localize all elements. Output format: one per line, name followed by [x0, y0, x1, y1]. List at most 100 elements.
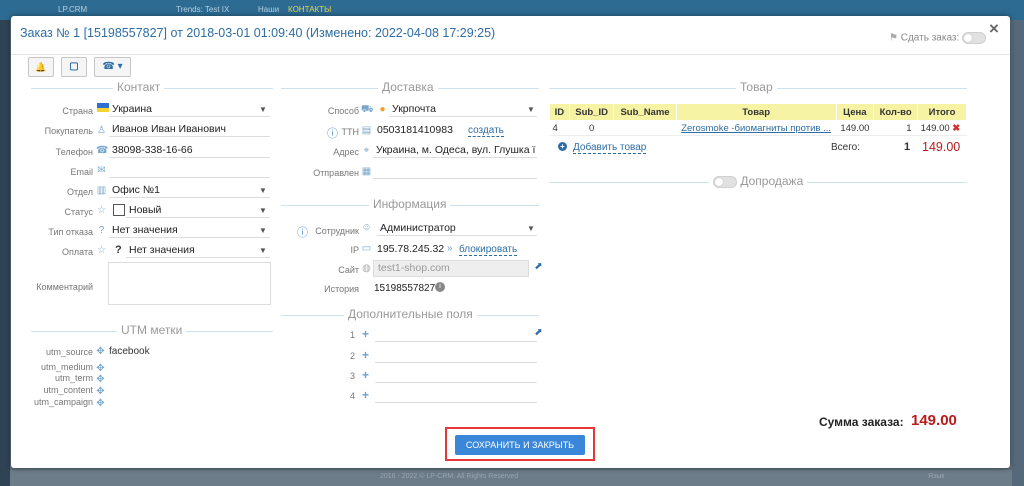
- rent-order-toggle[interactable]: [962, 32, 987, 44]
- buyer-label: Покупатель: [44, 126, 93, 136]
- external-link-icon[interactable]: ⬈: [533, 261, 544, 272]
- plus-circle-icon[interactable]: ✥: [95, 374, 106, 385]
- product-link[interactable]: Zerosmoke -биомагниты против ...: [681, 123, 831, 134]
- country-select[interactable]: Украина: [109, 102, 270, 117]
- ukraine-flag-icon: [97, 103, 109, 112]
- utm-medium-label: utm_medium: [40, 362, 93, 372]
- chevron-down-icon: ▼: [259, 226, 267, 235]
- goods-total-label: Всего:: [831, 142, 860, 153]
- chevron-down-icon: ▼: [259, 186, 267, 195]
- row-qty[interactable]: 1: [873, 120, 918, 136]
- extra-field-label: 3: [349, 371, 355, 381]
- plus-circle-icon[interactable]: ✥: [95, 363, 106, 374]
- col-sub-name[interactable]: Sub_Name: [613, 103, 677, 121]
- calendar-icon[interactable]: ▦: [361, 166, 372, 177]
- row-sub-id: 0: [569, 120, 614, 136]
- plus-icon[interactable]: +: [362, 348, 369, 362]
- plus-circle-icon[interactable]: ✥: [95, 398, 106, 409]
- block-ip-link[interactable]: блокировать: [459, 244, 518, 256]
- country-label: Страна: [62, 106, 93, 116]
- plus-circle-icon[interactable]: +: [558, 142, 567, 151]
- chevron-down-icon: ▼: [259, 105, 267, 114]
- history-label: История: [324, 284, 359, 294]
- delivery-section-title: Доставка: [378, 80, 438, 94]
- info-section-title: Информация: [369, 197, 451, 211]
- bell-button[interactable]: 🔔: [28, 57, 54, 77]
- goods-table: ID Sub_ID Sub_Name Товар Цена Кол-во Ито…: [549, 103, 967, 136]
- extra-field-label: 2: [349, 351, 355, 361]
- rent-order-toggle-group: ⚑ Сдать заказ:: [889, 32, 987, 44]
- utm-source-value: facebook: [109, 346, 150, 357]
- extra-field-input[interactable]: [375, 327, 537, 342]
- plus-icon[interactable]: +: [362, 327, 369, 341]
- comment-label: Комментарий: [36, 282, 93, 292]
- footer-copyright: 2016 - 2022 © LP-CRM. All Rights Reserve…: [380, 473, 519, 480]
- comment-textarea[interactable]: [108, 262, 271, 305]
- window-button[interactable]: ▢: [61, 57, 87, 77]
- envelope-icon: ✉: [97, 165, 106, 176]
- upsell-title-wrap: Допродажа: [709, 174, 808, 188]
- building-icon: ▥: [96, 185, 107, 196]
- plus-icon[interactable]: +: [362, 388, 369, 402]
- sent-label: Отправлен: [313, 168, 359, 178]
- row-sub-name: [613, 120, 677, 136]
- save-and-close-button[interactable]: СОХРАНИТЬ И ЗАКРЫТЬ: [455, 435, 585, 455]
- add-product-link[interactable]: Добавить товар: [573, 142, 647, 154]
- header-divider: [11, 54, 1010, 55]
- map-pin-icon: ●: [379, 104, 386, 115]
- employee-select[interactable]: Администратор: [377, 221, 537, 236]
- app-top-item[interactable]: Trends: Test IX: [176, 5, 229, 14]
- extra-field-input[interactable]: [375, 368, 537, 383]
- app-footer: 2016 - 2022 © LP-CRM. All Rights Reserve…: [10, 470, 1012, 486]
- status-color-swatch: [113, 204, 125, 216]
- extra-field-input[interactable]: [375, 348, 537, 363]
- globe-icon: ◍: [362, 263, 371, 274]
- delete-icon[interactable]: ✖: [952, 123, 960, 134]
- footer-language[interactable]: Язык: [928, 473, 944, 480]
- order-sum-label: Сумма заказа:: [819, 415, 904, 429]
- department-select[interactable]: Офис №1: [109, 183, 270, 198]
- col-price[interactable]: Цена: [835, 103, 875, 121]
- chevron-down-icon: ▼: [527, 105, 535, 114]
- phone-input[interactable]: 38098-338-16-66: [109, 143, 270, 158]
- user-icon: ☺: [361, 222, 372, 233]
- sent-date-input[interactable]: [373, 164, 537, 179]
- goods-total-sum: 149.00: [922, 140, 961, 154]
- status-select[interactable]: Новый: [126, 203, 270, 218]
- payment-question-mark: ?: [115, 244, 122, 256]
- col-sub-id[interactable]: Sub_ID: [568, 103, 615, 121]
- plus-circle-icon[interactable]: ✥: [95, 346, 106, 357]
- email-input[interactable]: [109, 163, 270, 178]
- upsell-toggle[interactable]: [713, 175, 737, 188]
- payment-select[interactable]: Нет значения: [126, 243, 270, 258]
- flag-icon: ⚑: [889, 32, 898, 44]
- plus-circle-icon[interactable]: ✥: [95, 386, 106, 397]
- plus-icon[interactable]: +: [362, 368, 369, 382]
- app-top-item[interactable]: КОНТАКТЫ: [288, 5, 331, 14]
- order-sum-value: 149.00: [911, 412, 957, 429]
- col-qty[interactable]: Кол-во: [873, 103, 919, 121]
- department-label: Отдел: [66, 187, 93, 197]
- delivery-method-select[interactable]: Укрпочта: [389, 102, 537, 117]
- refuse-type-select[interactable]: Нет значения: [109, 223, 270, 238]
- extra-field-input[interactable]: [375, 388, 537, 403]
- address-input[interactable]: Украина, м. Одеса, вул. Глушка ї: [373, 143, 537, 158]
- star-icon: ☆: [97, 205, 106, 216]
- close-icon[interactable]: ×: [989, 19, 999, 39]
- goods-total-qty: 1: [904, 141, 911, 153]
- col-id[interactable]: ID: [549, 103, 570, 121]
- ttn-value[interactable]: 0503181410983: [377, 124, 453, 136]
- phone-dropdown-button[interactable]: ☎ ▾: [94, 57, 131, 77]
- status-label: Статус: [64, 207, 93, 217]
- buyer-input[interactable]: Иванов Иван Иванович: [109, 122, 270, 137]
- create-ttn-link[interactable]: создать: [468, 125, 504, 137]
- extra-field-label: 4: [349, 391, 355, 401]
- person-icon: ♙: [97, 125, 106, 136]
- col-total[interactable]: Итого: [917, 103, 967, 121]
- info-icon[interactable]: i: [435, 282, 445, 292]
- app-top-item[interactable]: Наши: [258, 5, 279, 14]
- truck-icon: ⛟: [361, 104, 374, 115]
- payment-label: Оплата: [62, 247, 93, 257]
- col-product[interactable]: Товар: [675, 103, 837, 121]
- monitor-icon: ▭: [361, 243, 372, 254]
